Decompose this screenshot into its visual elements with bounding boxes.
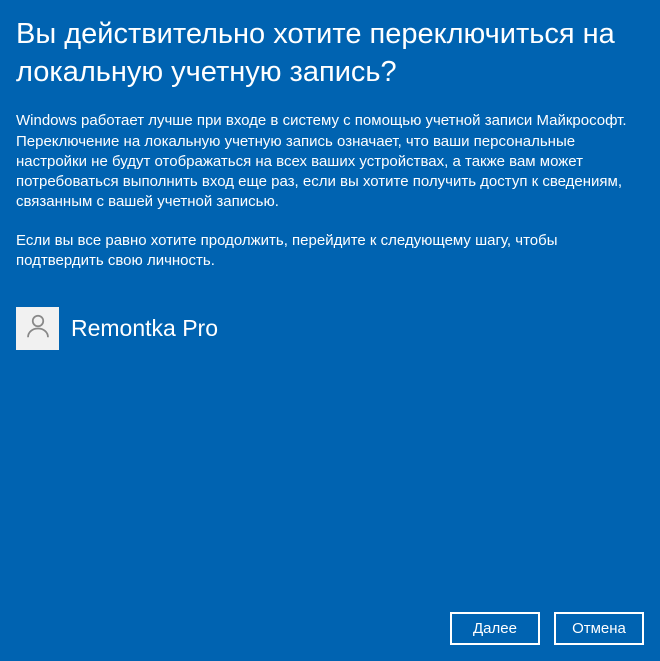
- next-button[interactable]: Далее: [450, 612, 540, 645]
- description-paragraph-2: Если вы все равно хотите продолжить, пер…: [16, 231, 644, 272]
- avatar: [16, 307, 59, 350]
- user-account-row: Remontka Pro: [16, 307, 644, 350]
- description-paragraph-1: Windows работает лучше при входе в систе…: [16, 111, 644, 212]
- cancel-button[interactable]: Отмена: [554, 612, 644, 645]
- person-icon: [23, 311, 53, 346]
- button-row: Далее Отмена: [450, 612, 644, 645]
- username-label: Remontka Pro: [71, 315, 218, 342]
- page-title: Вы действительно хотите переключиться на…: [16, 16, 644, 91]
